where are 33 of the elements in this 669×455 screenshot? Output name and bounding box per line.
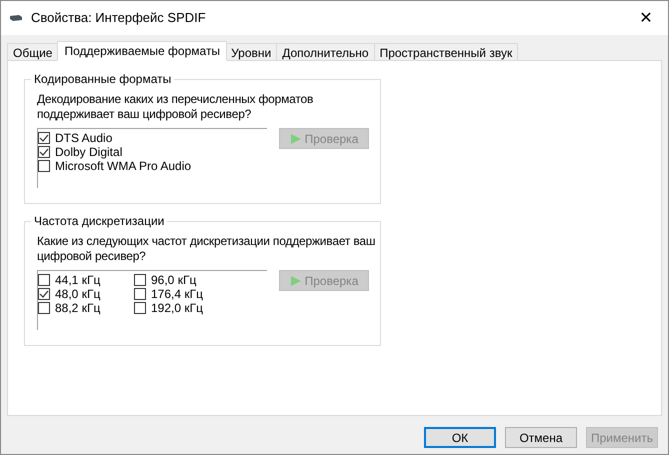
checkbox[interactable] (38, 132, 50, 144)
question-text: Какие из следующих частот дискретизации поддерживает ваш цифровой ресивер? (37, 234, 376, 264)
checkbox-item[interactable]: 176,4 кГц (134, 287, 218, 301)
checkbox[interactable] (134, 274, 146, 286)
checkbox-item[interactable]: Microsoft WMA Pro Audio (38, 159, 192, 173)
checkbox[interactable] (134, 288, 146, 300)
question-text: Декодирование каких из перечисленных форматов поддерживает ваш цифровой ресивер? (37, 92, 314, 122)
checkbox-item[interactable]: 44,1 кГц (38, 273, 122, 287)
checkbox[interactable] (38, 302, 50, 314)
checkbox-item[interactable]: DTS Audio (38, 131, 192, 145)
dialog-button[interactable]: ОК (424, 427, 496, 448)
dialog-button[interactable]: Отмена (505, 427, 577, 448)
checkbox-item[interactable]: 96,0 кГц (134, 273, 218, 287)
checkbox-item[interactable]: 192,0 кГц (134, 301, 218, 315)
checkbox-item[interactable]: 48,0 кГц (38, 287, 122, 301)
play-icon (290, 274, 302, 286)
window-title: Свойства: Интерфейс SPDIF (31, 9, 206, 28)
play-icon (290, 132, 302, 144)
close-button[interactable]: ✕ (624, 1, 668, 35)
checkbox[interactable] (38, 288, 50, 300)
checkbox-item[interactable]: Dolby Digital (38, 145, 192, 159)
tab[interactable]: Общие (7, 43, 58, 61)
checkbox[interactable] (38, 160, 50, 172)
speaker-device-icon (9, 14, 23, 22)
group-title: Частота дискретизации (31, 214, 168, 228)
checkbox[interactable] (134, 302, 146, 314)
checkbox[interactable] (38, 274, 50, 286)
tab[interactable]: Пространственный звук (374, 43, 518, 61)
tab[interactable]: Поддерживаемые форматы (57, 41, 228, 61)
checkbox[interactable] (38, 146, 50, 158)
group-title: Кодированные форматы (31, 72, 174, 86)
tab[interactable]: Дополнительно (276, 43, 375, 61)
checkbox-item[interactable]: 88,2 кГц (38, 301, 122, 315)
